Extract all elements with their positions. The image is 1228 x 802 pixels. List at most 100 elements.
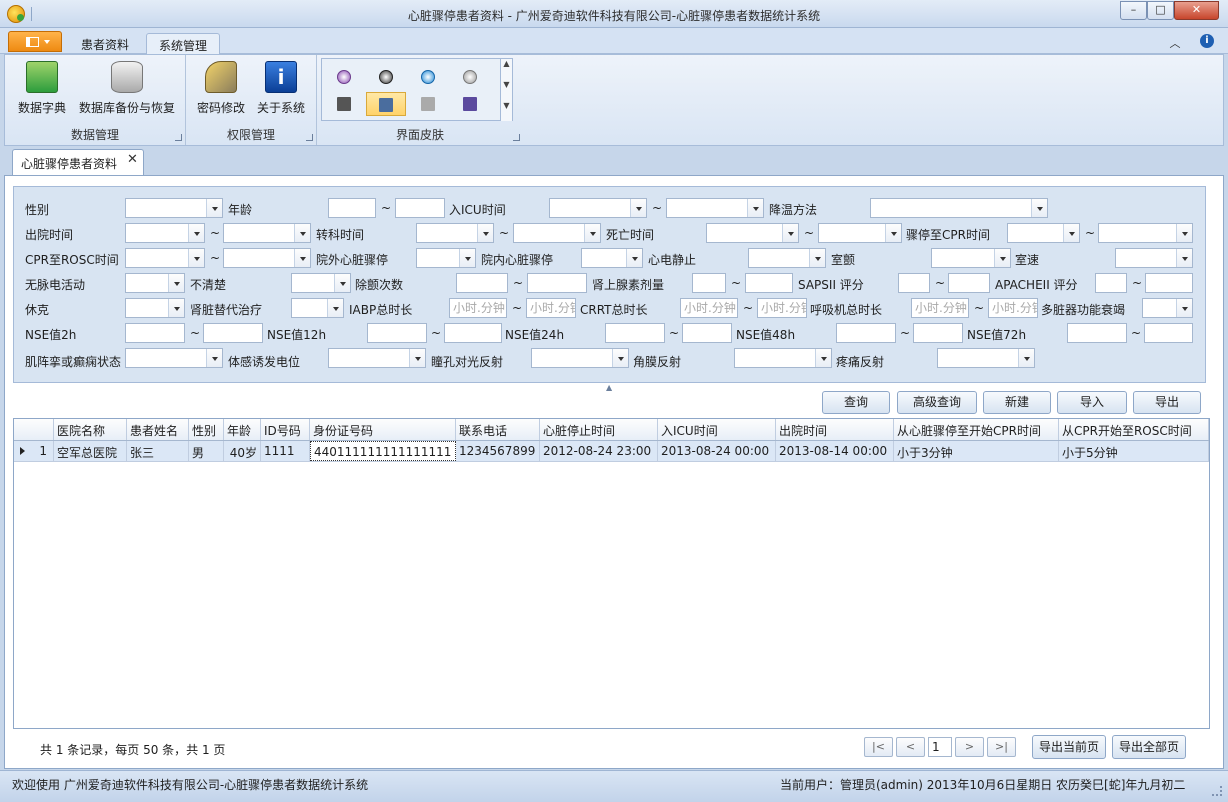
- icu-time-start-dropdown[interactable]: [549, 198, 647, 218]
- vent-min-input[interactable]: 小时.分钟: [911, 298, 969, 318]
- export-current-page-button[interactable]: 导出当前页: [1032, 735, 1106, 759]
- vf-dropdown[interactable]: [931, 248, 1011, 268]
- table-row[interactable]: 1 空军总医院 张三 男 40岁 1111 440111111111111111…: [14, 441, 1209, 462]
- nse48-max-input[interactable]: [913, 323, 963, 343]
- info-icon[interactable]: i: [1200, 34, 1214, 48]
- vt-dropdown[interactable]: [1115, 248, 1193, 268]
- cell-arrest-time[interactable]: 2012-08-24 23:00: [540, 441, 658, 461]
- gallery-expand-icon[interactable]: ▼: [500, 101, 512, 121]
- renal-dropdown[interactable]: [291, 298, 344, 318]
- column-header[interactable]: 心脏停止时间: [540, 419, 658, 440]
- dialog-launcher-icon[interactable]: [306, 134, 313, 141]
- collapse-ribbon-icon[interactable]: ︿: [1168, 35, 1182, 50]
- cpr-rosc-start-dropdown[interactable]: [125, 248, 205, 268]
- myoclonus-dropdown[interactable]: [125, 348, 223, 368]
- ecg-silent-dropdown[interactable]: [748, 248, 826, 268]
- cell-id-number[interactable]: 1111: [261, 441, 310, 461]
- skin-option[interactable]: [408, 65, 448, 89]
- export-button[interactable]: 导出: [1133, 391, 1201, 414]
- nse48-min-input[interactable]: [836, 323, 896, 343]
- nse72-min-input[interactable]: [1067, 323, 1127, 343]
- pupil-dropdown[interactable]: [531, 348, 629, 368]
- transfer-end-dropdown[interactable]: [513, 223, 601, 243]
- icu-time-end-dropdown[interactable]: [666, 198, 764, 218]
- column-header[interactable]: 医院名称: [54, 419, 127, 440]
- skin-option[interactable]: [324, 92, 364, 116]
- db-backup-button[interactable]: 数据库备份与恢复: [75, 61, 179, 116]
- gallery-down-icon[interactable]: ▼: [500, 80, 512, 101]
- cell-discharge-time[interactable]: 2013-08-14 00:00: [776, 441, 894, 461]
- gender-dropdown[interactable]: [125, 198, 223, 218]
- apacheii-max-input[interactable]: [1145, 273, 1193, 293]
- crrt-max-input[interactable]: 小时.分钟: [757, 298, 807, 318]
- import-button[interactable]: 导入: [1057, 391, 1127, 414]
- iabp-max-input[interactable]: 小时.分钟: [526, 298, 576, 318]
- query-button[interactable]: 查询: [822, 391, 890, 414]
- dialog-launcher-icon[interactable]: [175, 134, 182, 141]
- apacheii-min-input[interactable]: [1095, 273, 1127, 293]
- sapsii-max-input[interactable]: [948, 273, 990, 293]
- nse72-max-input[interactable]: [1144, 323, 1193, 343]
- column-header[interactable]: 出院时间: [776, 419, 894, 440]
- column-header[interactable]: 入ICU时间: [658, 419, 776, 440]
- nse2-min-input[interactable]: [125, 323, 185, 343]
- resize-grip-icon[interactable]: [1212, 786, 1222, 796]
- cell-arrest-cpr[interactable]: 小于3分钟: [894, 441, 1059, 461]
- arrest-cpr-start-dropdown[interactable]: [1007, 223, 1080, 243]
- death-start-dropdown[interactable]: [706, 223, 799, 243]
- document-tab[interactable]: 心脏骤停患者资料 ✕: [12, 149, 144, 175]
- sapsii-min-input[interactable]: [898, 273, 930, 293]
- skin-option[interactable]: [450, 65, 490, 89]
- nse12-min-input[interactable]: [367, 323, 427, 343]
- nse2-max-input[interactable]: [203, 323, 263, 343]
- cooling-method-dropdown[interactable]: [870, 198, 1048, 218]
- data-dictionary-button[interactable]: 数据字典: [13, 61, 71, 116]
- skin-option[interactable]: [366, 65, 406, 89]
- defib-max-input[interactable]: [527, 273, 587, 293]
- arrest-cpr-end-dropdown[interactable]: [1098, 223, 1193, 243]
- discharge-end-dropdown[interactable]: [223, 223, 311, 243]
- crrt-min-input[interactable]: 小时.分钟: [680, 298, 738, 318]
- shock-dropdown[interactable]: [125, 298, 185, 318]
- cell-age[interactable]: 40岁: [224, 441, 261, 461]
- prev-page-button[interactable]: <: [896, 737, 925, 757]
- skin-option[interactable]: [324, 65, 364, 89]
- nse24-min-input[interactable]: [605, 323, 665, 343]
- column-header[interactable]: 身份证号码: [310, 419, 456, 440]
- export-all-pages-button[interactable]: 导出全部页: [1112, 735, 1186, 759]
- gallery-up-icon[interactable]: ▲: [500, 59, 512, 80]
- defib-min-input[interactable]: [456, 273, 508, 293]
- cell-hospital[interactable]: 空军总医院: [54, 441, 127, 461]
- iabp-min-input[interactable]: 小时.分钟: [449, 298, 507, 318]
- maximize-button[interactable]: □: [1147, 1, 1174, 20]
- cell-icu-time[interactable]: 2013-08-24 00:00: [658, 441, 776, 461]
- change-password-button[interactable]: 密码修改: [192, 61, 250, 116]
- skin-option-selected[interactable]: [366, 92, 406, 116]
- about-button[interactable]: i 关于系统: [252, 61, 310, 116]
- app-menu-button[interactable]: [8, 31, 62, 52]
- transfer-start-dropdown[interactable]: [416, 223, 494, 243]
- discharge-start-dropdown[interactable]: [125, 223, 205, 243]
- death-end-dropdown[interactable]: [818, 223, 902, 243]
- column-header[interactable]: 从心脏骤停至开始CPR时间: [894, 419, 1059, 440]
- cpr-rosc-end-dropdown[interactable]: [223, 248, 311, 268]
- cornea-dropdown[interactable]: [734, 348, 832, 368]
- age-min-input[interactable]: [328, 198, 376, 218]
- skin-option[interactable]: [408, 92, 448, 116]
- unconscious-dropdown[interactable]: [291, 273, 351, 293]
- tab-system-management[interactable]: 系统管理: [146, 33, 220, 54]
- column-header[interactable]: 性别: [189, 419, 224, 440]
- column-header[interactable]: 联系电话: [456, 419, 540, 440]
- mods-dropdown[interactable]: [1142, 298, 1193, 318]
- in-arrest-dropdown[interactable]: [581, 248, 643, 268]
- minimize-button[interactable]: –: [1120, 1, 1147, 20]
- ssep-dropdown[interactable]: [328, 348, 426, 368]
- next-page-button[interactable]: >: [955, 737, 984, 757]
- new-button[interactable]: 新建: [983, 391, 1051, 414]
- close-tab-icon[interactable]: ✕: [127, 152, 138, 167]
- adrenaline-min-input[interactable]: [692, 273, 726, 293]
- cell-phone[interactable]: 1234567899: [456, 441, 540, 461]
- nse12-max-input[interactable]: [444, 323, 502, 343]
- first-page-button[interactable]: |<: [864, 737, 893, 757]
- out-arrest-dropdown[interactable]: [416, 248, 476, 268]
